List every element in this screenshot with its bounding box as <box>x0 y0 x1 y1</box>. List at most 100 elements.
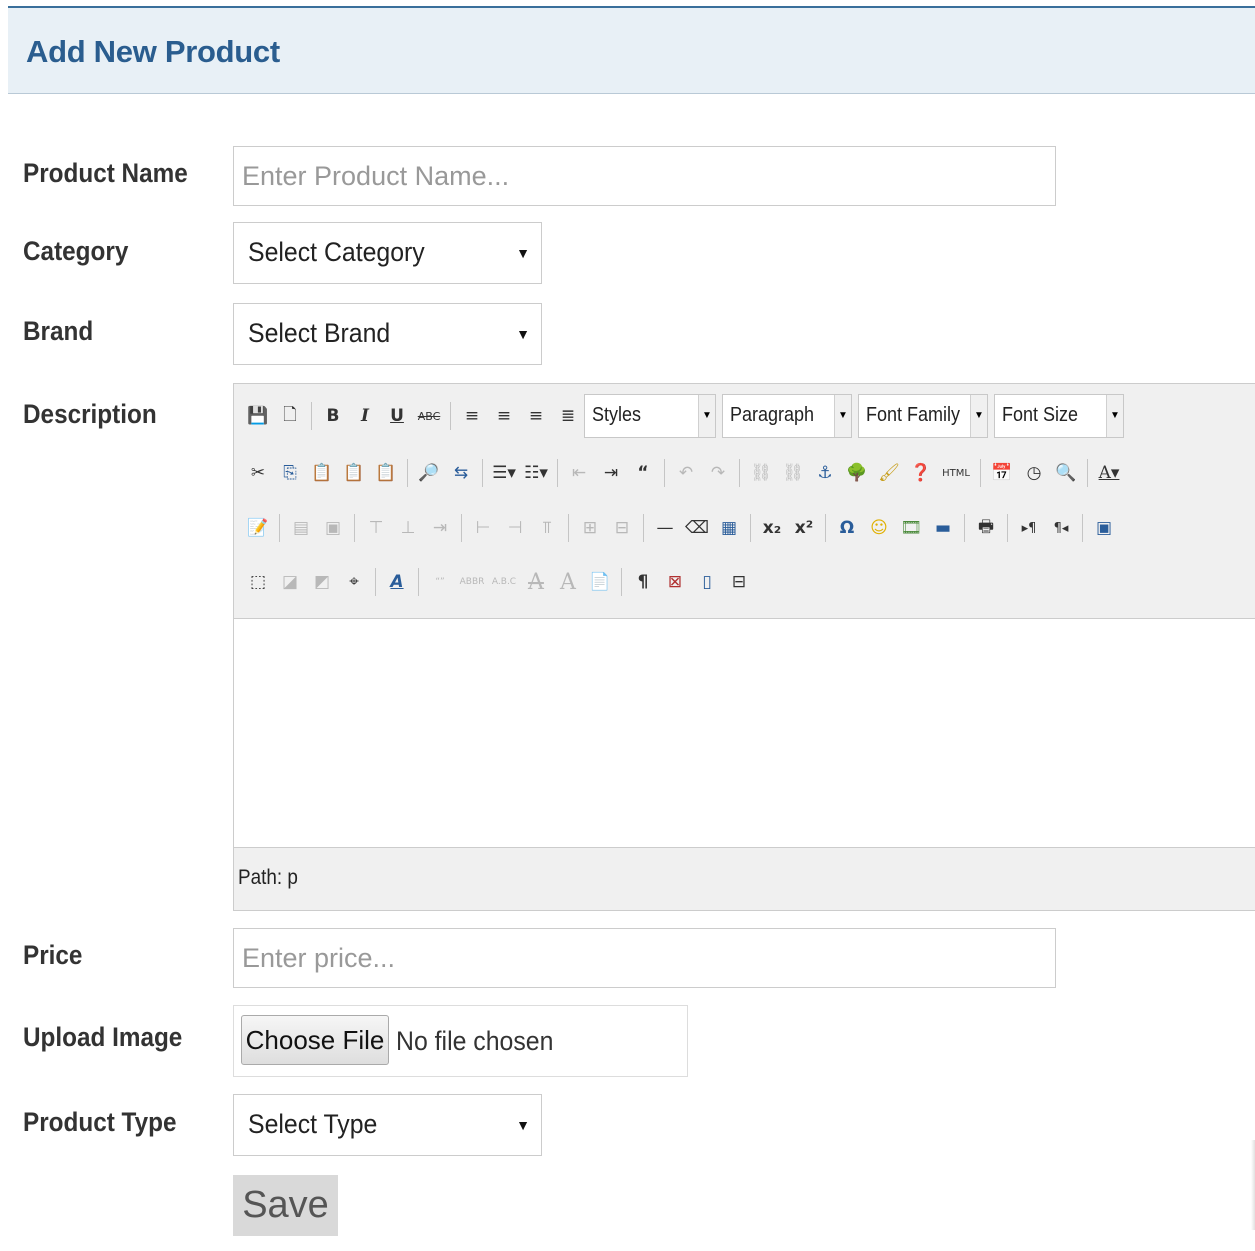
nonbreaking-icon[interactable]: ⊠ <box>661 567 689 597</box>
insert-time-icon[interactable]: ◷ <box>1020 458 1048 488</box>
find-icon[interactable]: 🔎 <box>415 458 443 488</box>
deletion-icon[interactable]: A <box>522 567 550 597</box>
insert-layer-icon[interactable]: ⬚ <box>244 567 272 597</box>
delete-row-icon[interactable]: ⇥ <box>426 513 454 543</box>
brand-select[interactable]: Select Brand ▼ <box>233 303 542 365</box>
save-button[interactable]: Save <box>233 1175 338 1236</box>
underline-icon[interactable]: U <box>383 401 411 431</box>
media-icon[interactable]: 🎞 <box>897 513 925 543</box>
superscript-icon[interactable]: x² <box>790 513 818 543</box>
unlink-icon[interactable]: ⛓ <box>779 458 807 488</box>
split-cells-icon[interactable]: ⊞ <box>576 513 604 543</box>
editor-content-area[interactable] <box>234 619 1255 847</box>
paste-icon[interactable]: 📋 <box>308 458 336 488</box>
bullet-list-icon[interactable]: ☰▾ <box>490 458 518 488</box>
anchor-icon[interactable]: ⚓ <box>811 458 839 488</box>
paragraph-dropdown[interactable]: Paragraph ▼ <box>722 394 852 438</box>
cut-icon[interactable]: ✂ <box>244 458 272 488</box>
horizontal-rule-icon[interactable]: — <box>651 513 679 543</box>
insert-col-after-icon[interactable]: ⊣ <box>501 513 529 543</box>
acronym-icon[interactable]: A.B.C <box>490 567 518 597</box>
cite-icon[interactable]: “” <box>426 567 454 597</box>
preview-icon[interactable]: 🔍 <box>1052 458 1080 488</box>
advanced-hr-icon[interactable]: ▬ <box>929 513 957 543</box>
styles-dropdown-label: Styles <box>592 404 642 426</box>
print-icon[interactable]: 🖶 <box>972 513 1000 543</box>
toolbar-separator <box>621 568 622 596</box>
redo-icon[interactable]: ↷ <box>704 458 732 488</box>
attributes-icon[interactable]: 📄 <box>586 567 614 597</box>
ltr-icon[interactable]: ▸¶ <box>1015 513 1043 543</box>
price-input[interactable] <box>234 929 1055 987</box>
edit-css-icon[interactable]: 📝 <box>244 513 272 543</box>
blockquote-icon[interactable]: “ <box>629 458 657 488</box>
product-type-select[interactable]: Select Type ▼ <box>233 1094 542 1156</box>
help-icon[interactable]: ❓ <box>907 458 935 488</box>
link-icon[interactable]: ⛓ <box>747 458 775 488</box>
delete-col-icon[interactable]: ⫪ <box>533 513 561 543</box>
row-properties-icon[interactable]: ▤ <box>287 513 315 543</box>
page-header: Add New Product <box>8 6 1255 94</box>
strikethrough-icon[interactable]: ABC <box>415 401 443 431</box>
product-type-label: Product Type <box>23 1107 177 1137</box>
template-icon[interactable]: ▯ <box>693 567 721 597</box>
visual-chars-icon[interactable]: ¶ <box>629 567 657 597</box>
toolbar-separator <box>750 514 751 542</box>
merge-cells-icon[interactable]: ⊟ <box>608 513 636 543</box>
insert-col-before-icon[interactable]: ⊢ <box>469 513 497 543</box>
price-field <box>233 928 1056 988</box>
copy-icon[interactable]: ⎘ <box>276 458 304 488</box>
numbered-list-icon[interactable]: ☷▾ <box>522 458 550 488</box>
insert-date-icon[interactable]: 📅 <box>988 458 1016 488</box>
upload-image-label: Upload Image <box>23 1022 183 1052</box>
font-size-dropdown[interactable]: Font Size ▼ <box>994 394 1124 438</box>
table-icon[interactable]: ▦ <box>715 513 743 543</box>
font-family-dropdown[interactable]: Font Family ▼ <box>858 394 988 438</box>
image-icon[interactable]: 🌳 <box>843 458 871 488</box>
rtl-icon[interactable]: ¶◂ <box>1047 513 1075 543</box>
paste-text-icon[interactable]: 📋 <box>340 458 368 488</box>
toolbar-separator <box>1007 514 1008 542</box>
choose-file-button[interactable]: Choose File <box>241 1015 389 1065</box>
insert-row-after-icon[interactable]: ⊥ <box>394 513 422 543</box>
fullscreen-icon[interactable]: ▣ <box>1090 513 1118 543</box>
absolute-position-icon[interactable]: ⌖ <box>340 567 368 597</box>
align-center-icon[interactable]: ≡ <box>490 401 518 431</box>
align-right-icon[interactable]: ≡ <box>522 401 550 431</box>
emoticon-icon[interactable]: ☺ <box>865 513 893 543</box>
special-char-icon[interactable]: Ω <box>833 513 861 543</box>
toolbar-separator <box>980 459 981 487</box>
toolbar-separator <box>407 459 408 487</box>
insert-row-before-icon[interactable]: ⊤ <box>362 513 390 543</box>
move-forward-icon[interactable]: ◪ <box>276 567 304 597</box>
save-icon[interactable]: 💾 <box>244 401 272 431</box>
align-justify-icon[interactable]: ≣ <box>554 401 582 431</box>
toolbar-separator <box>482 459 483 487</box>
align-left-icon[interactable]: ≡ <box>458 401 486 431</box>
page-break-icon[interactable]: ⊟ <box>725 567 753 597</box>
indent-icon[interactable]: ⇥ <box>597 458 625 488</box>
category-select[interactable]: Select Category ▼ <box>233 222 542 284</box>
replace-icon[interactable]: ⇆ <box>447 458 475 488</box>
cell-properties-icon[interactable]: ▣ <box>319 513 347 543</box>
bold-icon[interactable]: B <box>319 401 347 431</box>
new-document-icon[interactable]: 🗋 <box>276 401 304 431</box>
text-color-icon[interactable]: A▾ <box>1095 458 1123 488</box>
abbreviation-icon[interactable]: ABBR <box>458 567 486 597</box>
styles-dropdown[interactable]: Styles ▼ <box>584 394 716 438</box>
product-name-input[interactable] <box>234 147 1055 205</box>
undo-icon[interactable]: ↶ <box>672 458 700 488</box>
toolbar-separator <box>1087 459 1088 487</box>
cleanup-icon[interactable]: 🖌 <box>875 458 903 488</box>
move-backward-icon[interactable]: ◩ <box>308 567 336 597</box>
insertion-icon[interactable]: A <box>554 567 582 597</box>
paste-word-icon[interactable]: 📋 <box>372 458 400 488</box>
styleprops-icon[interactable]: A <box>383 567 411 597</box>
outdent-icon[interactable]: ⇤ <box>565 458 593 488</box>
price-label: Price <box>23 940 83 970</box>
subscript-icon[interactable]: x₂ <box>758 513 786 543</box>
italic-icon[interactable]: I <box>351 401 379 431</box>
remove-format-icon[interactable]: ⌫ <box>683 513 711 543</box>
dropdown-arrow-icon: ▼ <box>516 1117 530 1133</box>
html-source-icon[interactable]: HTML <box>939 458 973 488</box>
